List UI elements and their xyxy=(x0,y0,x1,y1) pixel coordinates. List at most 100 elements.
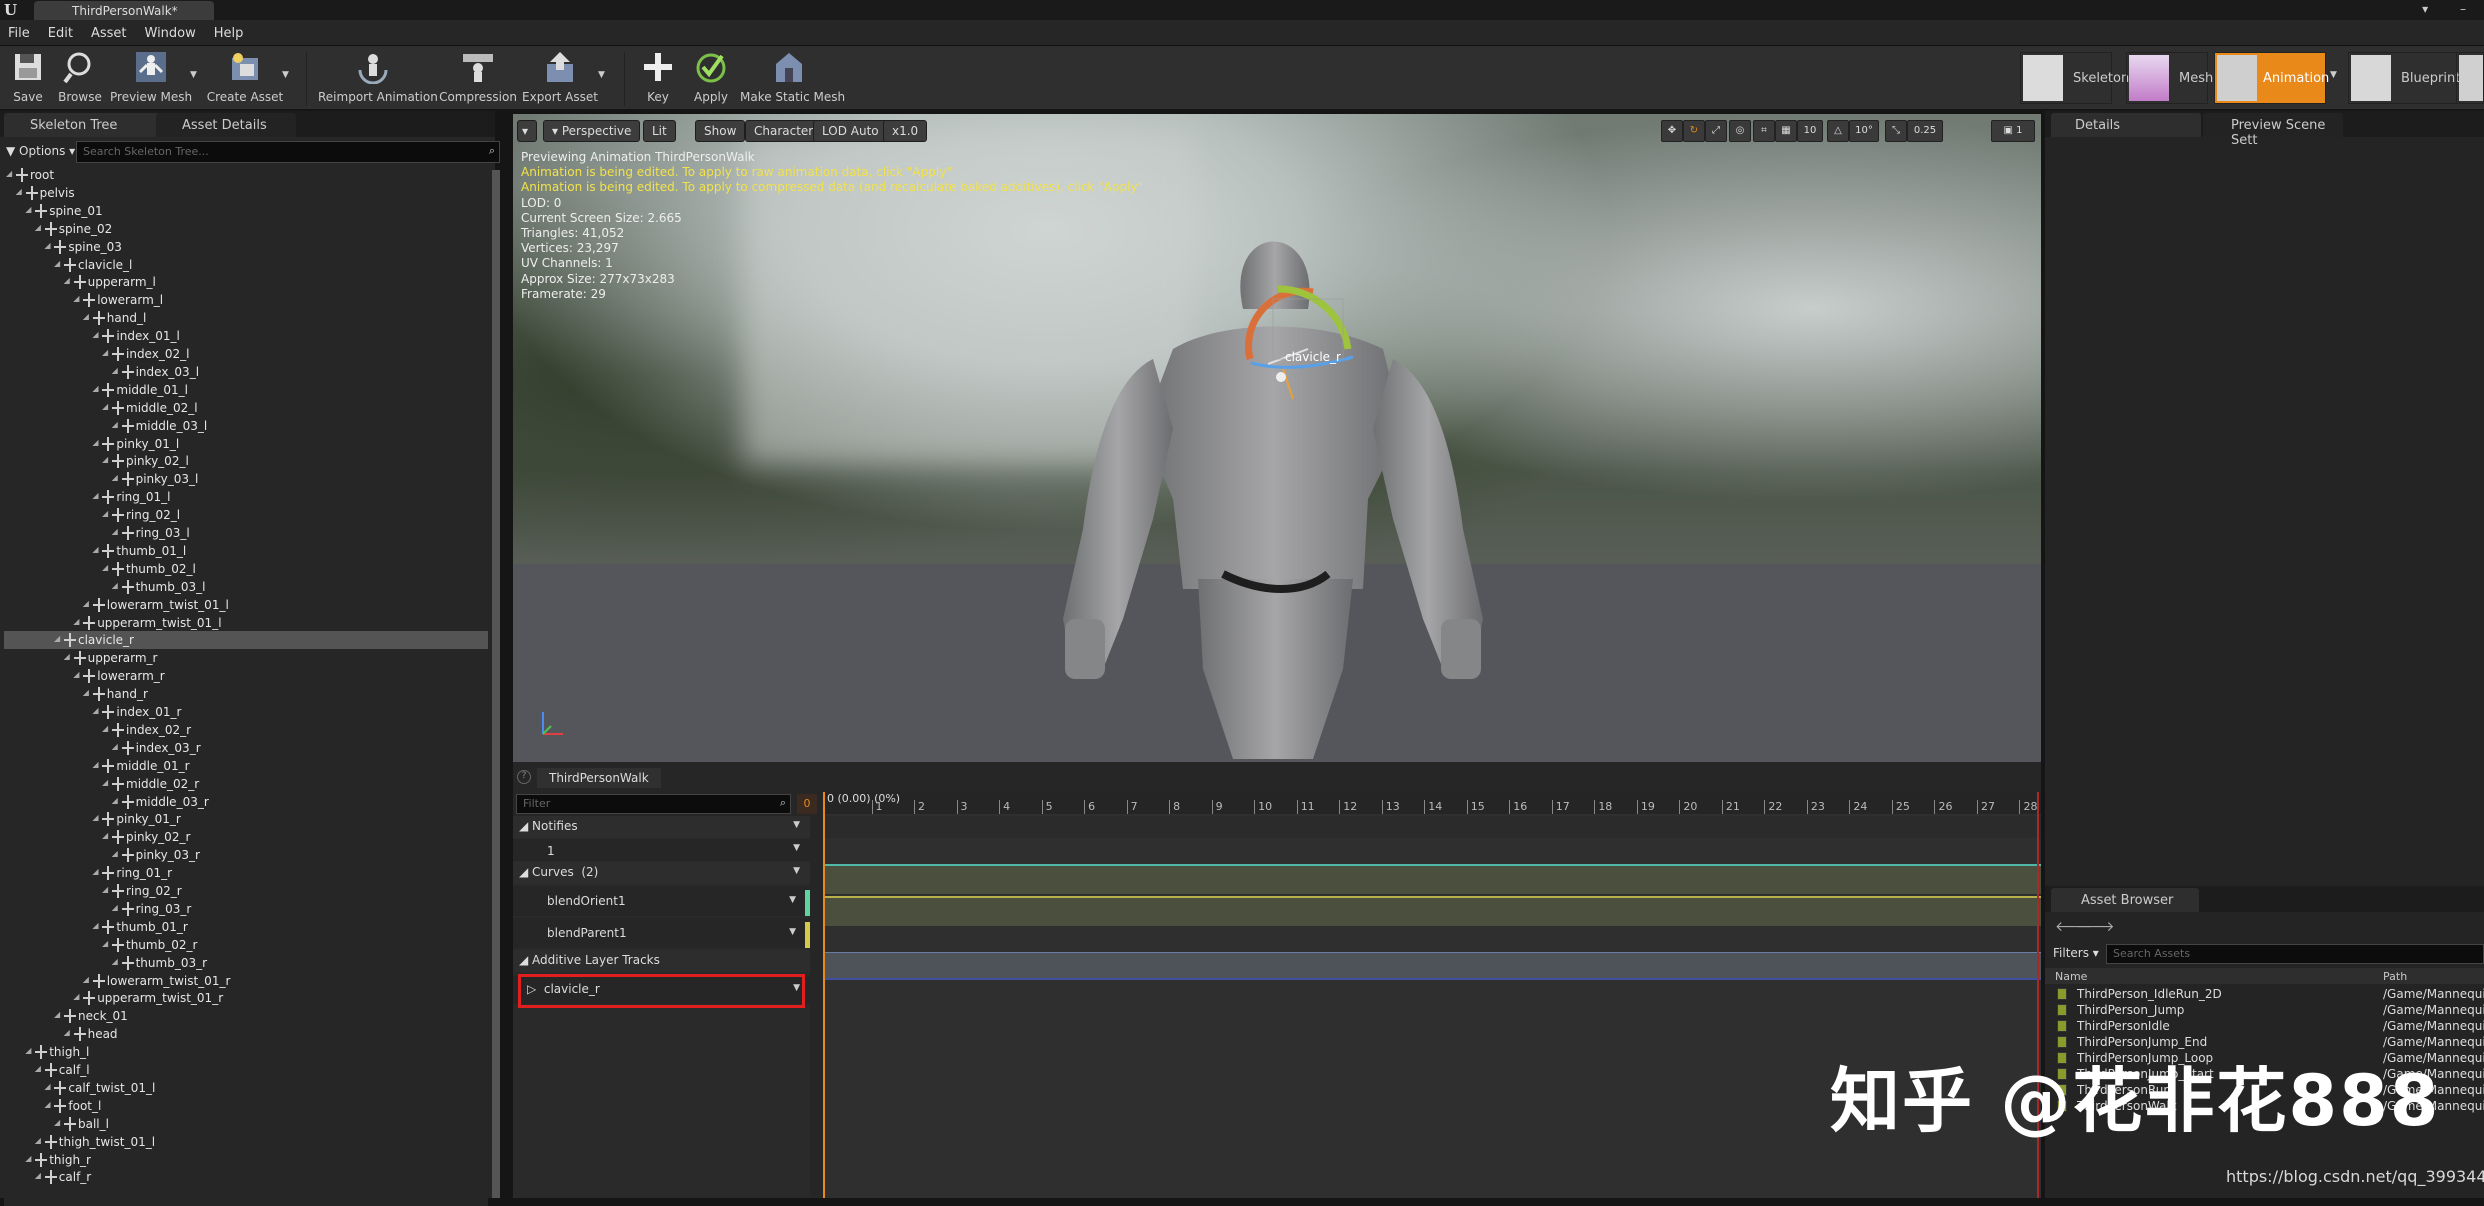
notify-track-1[interactable]: 1 ▼ xyxy=(513,839,810,861)
tree-row[interactable]: ◢ upperarm_twist_01_r xyxy=(4,989,488,1007)
menu-window[interactable]: Window xyxy=(137,20,206,41)
menu-file[interactable]: File xyxy=(0,20,40,41)
expand-arrow-icon[interactable]: ◢ xyxy=(92,760,98,769)
expand-arrow-icon[interactable]: ◢ xyxy=(92,384,98,393)
curve-track-blendparent1[interactable]: blendParent1 ▼ xyxy=(513,918,810,948)
expand-arrow-icon[interactable]: ◢ xyxy=(83,975,89,984)
expand-arrow-icon[interactable]: ◢ xyxy=(35,223,41,232)
asset-search-input[interactable]: Search Assets xyxy=(2106,944,2484,964)
preview-mesh-dropdown-icon[interactable]: ▼ xyxy=(190,70,197,80)
tree-row[interactable]: ◢ middle_03_l xyxy=(4,417,488,435)
expand-arrow-icon[interactable]: ◢ xyxy=(92,706,98,715)
expand-arrow-icon[interactable]: ◢ xyxy=(73,617,79,626)
tree-row[interactable]: ◢ lowerarm_r xyxy=(4,667,488,685)
additive-lane[interactable] xyxy=(823,952,2041,980)
preview-viewport[interactable]: clavicle_r ▾ ▾ Perspective Lit Show Char… xyxy=(513,114,2041,762)
export-asset-button[interactable]: Export Asset xyxy=(522,50,598,108)
tree-row[interactable]: ◢ calf_twist_01_l xyxy=(4,1079,488,1097)
tree-row[interactable]: ◢ ring_02_r xyxy=(4,882,488,900)
grid-snap-value[interactable]: 10 xyxy=(1797,120,1823,142)
expand-arrow-icon[interactable]: ◢ xyxy=(102,563,108,572)
skeleton-search-input[interactable]: Search Skeleton Tree... ⌕ xyxy=(76,141,500,163)
create-asset-dropdown-icon[interactable]: ▼ xyxy=(282,70,289,80)
expand-arrow-icon[interactable]: ◢ xyxy=(112,366,118,375)
key-button[interactable]: Key xyxy=(640,50,676,108)
notifies-dropdown-icon[interactable]: ▼ xyxy=(793,820,800,830)
playback-speed-button[interactable]: x1.0 xyxy=(883,120,928,142)
tree-row[interactable]: ◢ thumb_02_l xyxy=(4,560,488,578)
tree-row[interactable]: ◢ hand_l xyxy=(4,309,488,327)
col-path[interactable]: Path xyxy=(2383,970,2407,983)
tree-row[interactable]: ◢ calf_l xyxy=(4,1061,488,1079)
tree-row[interactable]: ◢ thumb_01_l xyxy=(4,542,488,560)
tree-row[interactable]: ◢ pinky_01_r xyxy=(4,810,488,828)
tree-row[interactable]: ◢ middle_02_r xyxy=(4,775,488,793)
window-controls[interactable]: ▾ – xyxy=(2422,2,2480,16)
expand-arrow-icon[interactable]: ◢ xyxy=(25,1046,31,1055)
expand-arrow-icon[interactable]: ◢ xyxy=(102,348,108,357)
reimport-animation-button[interactable]: Reimport Animation xyxy=(318,50,438,108)
filters-dropdown[interactable]: Filters ▾ xyxy=(2053,946,2099,960)
expand-arrow-icon[interactable]: ◢ xyxy=(102,831,108,840)
tree-row[interactable]: ◢ pinky_01_l xyxy=(4,435,488,453)
tab-asset-browser[interactable]: Asset Browser xyxy=(2051,888,2199,912)
surface-snap-icon[interactable]: ⌗ xyxy=(1753,120,1775,142)
notifies-header[interactable]: ◢ Notifies ▼ xyxy=(513,816,810,838)
tree-row[interactable]: ◢ clavicle_l xyxy=(4,256,488,274)
menu-help[interactable]: Help xyxy=(206,20,254,41)
skeleton-tree-scrollbar[interactable] xyxy=(492,170,500,1198)
make-static-mesh-button[interactable]: Make Static Mesh xyxy=(740,50,845,108)
compression-button[interactable]: Compression xyxy=(438,50,518,108)
expand-arrow-icon[interactable]: ◢ xyxy=(83,312,89,321)
tree-row[interactable]: ◢ index_01_l xyxy=(4,327,488,345)
tree-row[interactable]: ◢ middle_03_r xyxy=(4,793,488,811)
tree-row[interactable]: ◢ lowerarm_twist_01_l xyxy=(4,596,488,614)
asset-row[interactable]: ThirdPerson_Jump/Game/Mannequin xyxy=(2045,1002,2484,1018)
notify-lane[interactable] xyxy=(823,816,2041,838)
tree-row[interactable]: ◢ pinky_02_l xyxy=(4,452,488,470)
tree-row[interactable]: ◢ index_03_r xyxy=(4,739,488,757)
curves-header[interactable]: ◢ Curves (2) ▼ xyxy=(513,862,810,884)
expand-arrow-icon[interactable]: ◢ xyxy=(102,724,108,733)
tree-row[interactable]: ◢ spine_03 xyxy=(4,238,488,256)
forward-arrow-icon[interactable]: 🡒 xyxy=(2077,918,2115,935)
tree-row[interactable]: ◢ ring_02_l xyxy=(4,506,488,524)
document-tab[interactable]: ThirdPersonWalk* xyxy=(34,1,214,20)
tree-row[interactable]: ◢ upperarm_twist_01_l xyxy=(4,614,488,632)
tree-row[interactable]: ◢ middle_01_l xyxy=(4,381,488,399)
camera-speed-value[interactable]: ▣ 1 xyxy=(1991,120,2035,142)
expand-arrow-icon[interactable]: ◢ xyxy=(102,402,108,411)
expand-arrow-icon[interactable]: ◢ xyxy=(25,205,31,214)
expand-arrow-icon[interactable]: ◢ xyxy=(54,1118,60,1127)
expand-arrow-icon[interactable]: ◢ xyxy=(44,1082,50,1091)
expand-arrow-icon[interactable]: ◢ xyxy=(92,491,98,500)
expand-arrow-icon[interactable]: ◢ xyxy=(35,1064,41,1073)
tree-row[interactable]: ◢ middle_01_r xyxy=(4,757,488,775)
track-filter-input[interactable]: Filter ⌕ xyxy=(516,794,791,814)
expand-arrow-icon[interactable]: ◢ xyxy=(92,867,98,876)
tree-row[interactable]: ◢ root xyxy=(4,166,488,184)
expand-arrow-icon[interactable]: ◢ xyxy=(112,742,118,751)
expand-arrow-icon[interactable]: ◢ xyxy=(102,778,108,787)
expand-arrow-icon[interactable]: ◢ xyxy=(92,438,98,447)
expand-arrow-icon[interactable]: ◢ xyxy=(73,294,79,303)
scale-snap-icon[interactable]: ⤡ xyxy=(1885,120,1907,142)
expand-arrow-icon[interactable]: ◢ xyxy=(6,169,12,178)
expand-arrow-icon[interactable]: ◢ xyxy=(64,276,70,285)
expand-arrow-icon[interactable]: ◢ xyxy=(102,455,108,464)
tree-row[interactable]: ◢ spine_02 xyxy=(4,220,488,238)
timeline-tab[interactable]: ThirdPersonWalk xyxy=(537,768,661,788)
tree-row[interactable]: ◢ lowerarm_l xyxy=(4,291,488,309)
expand-arrow-icon[interactable]: ◢ xyxy=(112,849,118,858)
expand-arrow-icon[interactable]: ◢ xyxy=(64,652,70,661)
curve-track-blendorient1[interactable]: blendOrient1 ▼ xyxy=(513,886,810,916)
mode-extra-button[interactable] xyxy=(2456,52,2484,104)
expand-arrow-icon[interactable]: ◢ xyxy=(35,1136,41,1145)
expand-arrow-icon[interactable]: ◢ xyxy=(102,509,108,518)
expand-arrow-icon[interactable]: ◢ xyxy=(83,599,89,608)
scale-snap-value[interactable]: 0.25 xyxy=(1907,120,1943,142)
tab-asset-details[interactable]: Asset Details xyxy=(156,113,296,137)
tree-row[interactable]: ◢ ring_03_r xyxy=(4,900,488,918)
curve1-dropdown-icon[interactable]: ▼ xyxy=(789,895,796,905)
tree-row[interactable]: ◢ ring_01_r xyxy=(4,864,488,882)
